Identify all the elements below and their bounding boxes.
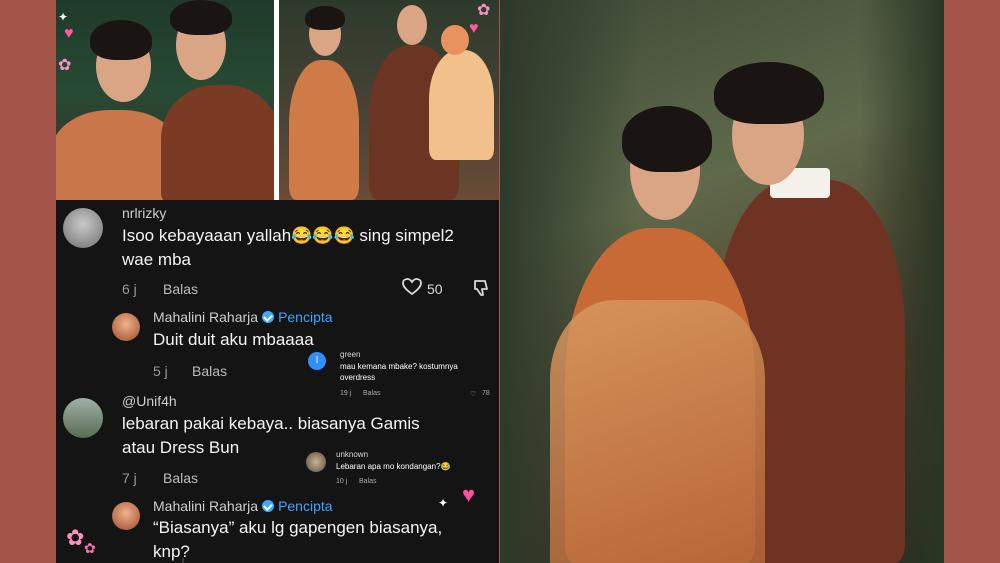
sparkle-icon: ✦ [58,10,69,24]
comment-time: 6 j [122,281,137,297]
creator-badge: Pencipta [278,498,333,514]
heart-icon[interactable]: ♡ [470,390,476,398]
overlay-time: 10 j [336,478,348,485]
comment-panel: nrlrizky Isoo kebayaaan yallah😂😂😂 sing s… [56,200,499,563]
heart-sticker-icon: ♥ [469,20,479,37]
comment-username[interactable]: Mahalini Raharja Pencipta [153,498,333,514]
comment-username[interactable]: @Unif4h [122,393,177,409]
avatar[interactable] [63,208,103,248]
avatar[interactable]: I [308,352,326,370]
overlay-username[interactable]: unknown [336,450,368,459]
flower-sticker-icon: ✿ [58,57,72,74]
reply-button[interactable]: Balas [163,281,198,297]
creator-badge: Pencipta [278,309,333,325]
comment-text-line: Duit duit aku mbaaaa [153,330,314,349]
overlay-text-line: Lebaran apa mo kondangan?😂 [336,462,451,471]
avatar[interactable] [112,313,140,341]
reply-button[interactable]: Balas [192,363,227,379]
flower-sticker-icon: ✿ [84,540,96,556]
comment-username[interactable]: Mahalini Raharja Pencipta [153,309,333,325]
reply-button[interactable]: Balas [363,390,381,397]
avatar[interactable] [306,452,326,472]
couple-photo-right [500,0,944,563]
couple-photo-left: ♥ ✿ ✦ [56,0,274,200]
flower-sticker-icon: ✿ [477,2,491,19]
comment-text-line: wae mba [122,250,191,269]
overlay-time: 19 j [340,390,352,397]
verified-icon [262,500,275,513]
couple-photo-middle: ✿ ♥ [279,0,499,200]
heart-icon[interactable] [402,278,422,301]
sparkle-icon: ✦ [438,496,449,510]
comment-time: 7 j [122,470,137,486]
avatar[interactable] [63,398,103,438]
like-count: 50 [427,281,443,297]
reply-button[interactable]: Balas [163,470,198,486]
overlay-username[interactable]: green [340,350,360,359]
like-count: 78 [482,390,490,397]
comment-text-line: atau Dress Bun [122,438,240,457]
heart-sticker-icon: ♥ [462,482,476,507]
reply-button[interactable]: Balas [359,478,377,485]
comment-text-line: knp? [153,542,190,561]
overlay-text-line: overdress [340,373,376,382]
overlay-text-line: mau kemana mbake? kostumnya [340,362,458,371]
verified-icon [262,311,275,324]
avatar[interactable] [112,502,140,530]
heart-sticker-icon: ♥ [64,25,74,42]
flower-sticker-icon: ✿ [66,525,85,550]
comment-text-line: Isoo kebayaaan yallah😂😂😂 sing simpel2 [122,226,454,245]
comment-time: 5 j [153,363,168,379]
comment-text-line: lebaran pakai kebaya.. biasanya Gamis [122,414,420,433]
dislike-icon[interactable] [472,278,492,303]
comment-text-line: “Biasanya” aku lg gapengen biasanya, [153,518,443,537]
comment-username[interactable]: nrlrizky [122,205,166,221]
